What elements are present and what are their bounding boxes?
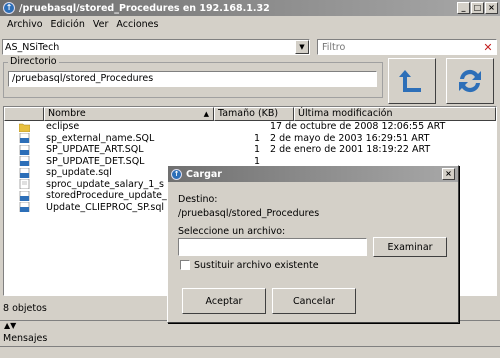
destination-label: Destino: xyxy=(178,194,218,205)
select-file-label: Seleccione un archivo: xyxy=(178,226,286,237)
window-title: /pruebasql/stored_Procedures en 192.168.… xyxy=(19,2,270,14)
connection-select[interactable]: AS_NSiTech ▼ xyxy=(2,39,310,55)
close-icon[interactable]: × xyxy=(485,2,498,14)
file-modified: 2 de enero de 2001 18:19:22 ART xyxy=(270,144,431,156)
file-path-input[interactable] xyxy=(179,239,366,255)
dialog-title: Cargar xyxy=(186,168,222,180)
file-modified: 17 de octubre de 2008 12:06:55 ART xyxy=(270,121,446,133)
destination-path: /pruebasql/stored_Procedures xyxy=(178,208,320,219)
chevron-down-icon[interactable]: ▼ xyxy=(295,40,309,54)
column-modified[interactable]: Última modificación xyxy=(294,107,496,121)
file-name: eclipse xyxy=(46,121,80,133)
dialog-close-icon[interactable]: × xyxy=(442,168,455,180)
messages-label[interactable]: Mensajes xyxy=(3,333,47,344)
file-row[interactable]: sp_external_name.SQL 1 2 de mayo de 2003 1… xyxy=(4,133,496,145)
upload-dialog: ↑ Cargar × Destino: /pruebasql/stored_Pr… xyxy=(167,165,459,323)
window-controls: _ □ × xyxy=(457,2,498,14)
cancel-button[interactable]: Cancelar xyxy=(272,288,356,314)
sql-file-icon xyxy=(4,144,44,155)
filter-input[interactable] xyxy=(318,41,480,53)
clear-filter-icon[interactable]: ✕ xyxy=(480,41,496,54)
column-name[interactable]: Nombre ▲ xyxy=(44,107,214,121)
directory-path-field[interactable]: /pruebasql/stored_Procedures xyxy=(8,71,377,87)
sql-file-icon xyxy=(4,202,44,213)
sql-file-icon xyxy=(4,167,44,178)
connection-value: AS_NSiTech xyxy=(5,41,60,53)
replace-label: Sustituir archivo existente xyxy=(194,260,319,271)
sql-file-icon xyxy=(4,156,44,167)
column-icon[interactable] xyxy=(4,107,44,121)
title-bar: ↑ /pruebasql/stored_Procedures en 192.16… xyxy=(0,0,500,16)
menu-archivo[interactable]: Archivo xyxy=(3,19,47,30)
file-name: sp_external_name.SQL xyxy=(46,132,155,144)
replace-checkbox[interactable] xyxy=(180,260,190,270)
directory-group: Directorio /pruebasql/stored_Procedures xyxy=(3,56,383,98)
parent-directory-button[interactable] xyxy=(388,58,436,104)
file-modified: 2 de mayo de 2003 16:29:51 ART xyxy=(270,132,430,144)
file-icon xyxy=(4,179,44,190)
menu-edicion[interactable]: Edición xyxy=(47,19,89,30)
sort-ascending-icon: ▲ xyxy=(203,110,209,118)
sql-file-icon xyxy=(4,133,44,144)
accept-button[interactable]: Aceptar xyxy=(182,288,266,314)
column-size[interactable]: Tamaño (KB) xyxy=(214,107,294,121)
file-path-field xyxy=(178,238,367,256)
messages-panel xyxy=(0,346,500,358)
splitter-arrows-icon[interactable]: ▲▼ xyxy=(4,321,16,330)
refresh-icon xyxy=(459,69,481,93)
status-count: 8 objetos xyxy=(3,303,47,314)
dialog-title-bar: ↑ Cargar xyxy=(168,166,458,182)
app-icon: ↑ xyxy=(3,2,15,14)
minimize-icon[interactable]: _ xyxy=(457,2,470,14)
file-row[interactable]: SP_UPDATE_ART.SQL 1 2 de enero de 2001 18:… xyxy=(4,144,496,156)
file-name: SP_UPDATE_ART.SQL xyxy=(46,144,144,156)
maximize-icon[interactable]: □ xyxy=(471,2,484,14)
menu-bar: Archivo Edición Ver Acciones xyxy=(0,16,500,32)
filter-box: ✕ xyxy=(317,39,497,55)
file-size: 1 xyxy=(253,144,260,156)
folder-icon xyxy=(4,122,44,132)
refresh-button[interactable] xyxy=(446,58,494,104)
dialog-app-icon: ↑ xyxy=(171,168,182,180)
menu-ver[interactable]: Ver xyxy=(89,19,113,30)
menu-acciones[interactable]: Acciones xyxy=(112,19,162,30)
file-size: 1 xyxy=(253,132,260,144)
up-arrow-icon xyxy=(399,70,421,92)
browse-button[interactable]: Examinar xyxy=(373,237,447,257)
file-row[interactable]: eclipse 17 de octubre de 2008 12:06:55 AR… xyxy=(4,121,496,133)
file-list-header: Nombre ▲ Tamaño (KB) Última modificación xyxy=(4,107,496,121)
sql-file-icon xyxy=(4,190,44,201)
directory-legend: Directorio xyxy=(8,56,59,67)
